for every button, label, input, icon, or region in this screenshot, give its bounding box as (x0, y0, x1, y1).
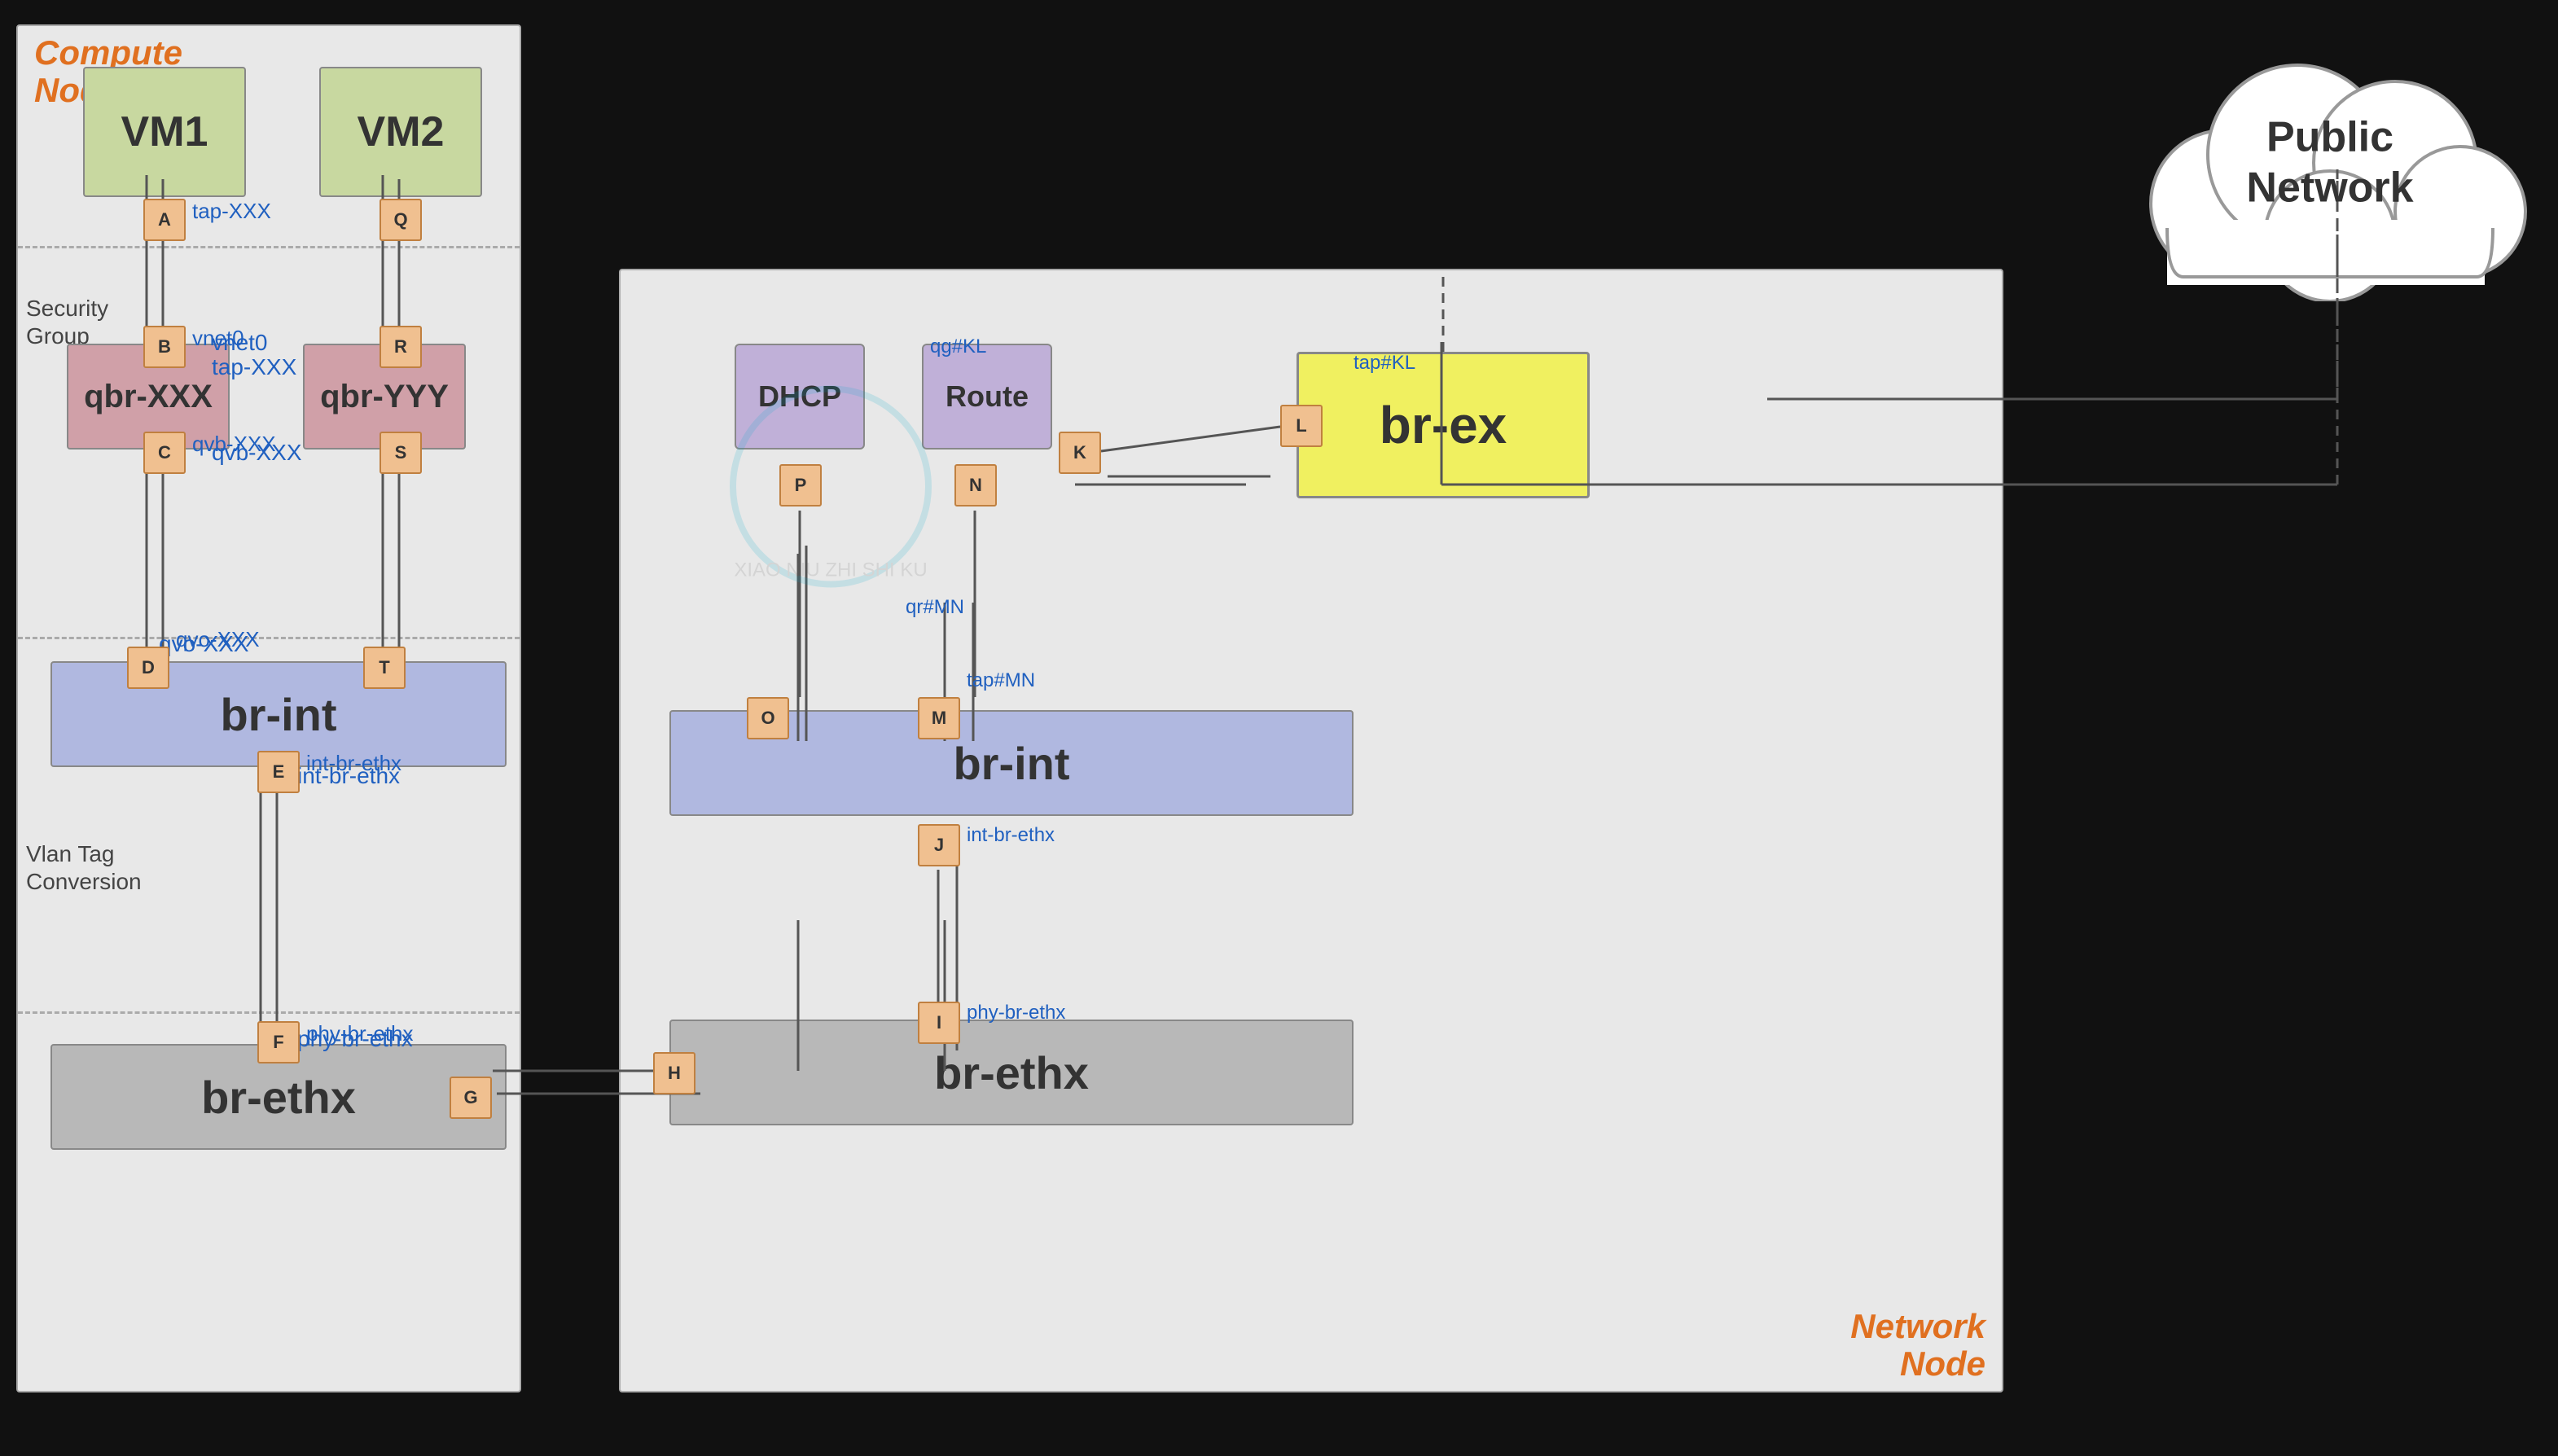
public-network-label: Public Network (2224, 112, 2436, 214)
port-j: J (918, 824, 960, 866)
port-e-label: int-br-ethx (306, 751, 401, 776)
tap-mn-label: tap#MN (967, 669, 1035, 692)
port-l: L (1280, 405, 1323, 447)
port-h: H (653, 1052, 695, 1094)
route-box: Route (922, 344, 1052, 450)
port-e: E (257, 751, 300, 793)
vlan-tag-label: Vlan TagConversion (26, 840, 142, 895)
dashed-divider-2 (18, 637, 520, 639)
port-i: I (918, 1002, 960, 1044)
br-ethx-network: br-ethx (669, 1020, 1354, 1125)
port-qg-label: qg#KL (930, 335, 986, 358)
port-g: G (450, 1077, 492, 1119)
int-br-ethx-network-label: int-br-ethx (967, 824, 1055, 847)
port-d: D (127, 647, 169, 689)
compute-node-box: Compute Node SecurityGroup Vlan TagConve… (16, 24, 521, 1392)
tap-kl-label: tap#KL (1354, 352, 1415, 375)
network-node-label: Network Node (1850, 1308, 1985, 1383)
br-ex-box: br-ex (1297, 352, 1590, 498)
port-s: S (380, 432, 422, 474)
public-network-area: Public Network (2118, 24, 2542, 301)
port-k: K (1059, 432, 1101, 474)
port-n: N (954, 464, 997, 507)
vm2-box: VM2 (319, 67, 482, 197)
port-b-label: vnet0 (192, 326, 244, 351)
port-qr-label: qr#MN (906, 596, 964, 619)
port-m: M (918, 697, 960, 739)
security-group-label: SecurityGroup (26, 295, 108, 349)
port-d-label: qvo-XXX (176, 627, 260, 652)
port-q: Q (380, 199, 422, 241)
dashed-divider-1 (18, 246, 520, 248)
main-container: Compute Node SecurityGroup Vlan TagConve… (0, 0, 2558, 1456)
port-b: B (143, 326, 186, 368)
port-f-label: phy-br-ethx (306, 1021, 414, 1046)
port-c: C (143, 432, 186, 474)
port-c-label: qvb-XXX (192, 432, 276, 457)
network-node-box: Network Node DHCP Route K qg#KL P N qr#M… (619, 269, 2003, 1392)
phy-br-ethx-network-label: phy-br-ethx (967, 1002, 1065, 1024)
port-p: P (779, 464, 822, 507)
port-a: A (143, 199, 186, 241)
dashed-divider-3 (18, 1011, 520, 1014)
port-f: F (257, 1021, 300, 1063)
port-t: T (363, 647, 406, 689)
vm1-box: VM1 (83, 67, 246, 197)
port-a-label: tap-XXX (192, 199, 271, 224)
dhcp-box: DHCP (735, 344, 865, 450)
port-o: O (747, 697, 789, 739)
port-r: R (380, 326, 422, 368)
